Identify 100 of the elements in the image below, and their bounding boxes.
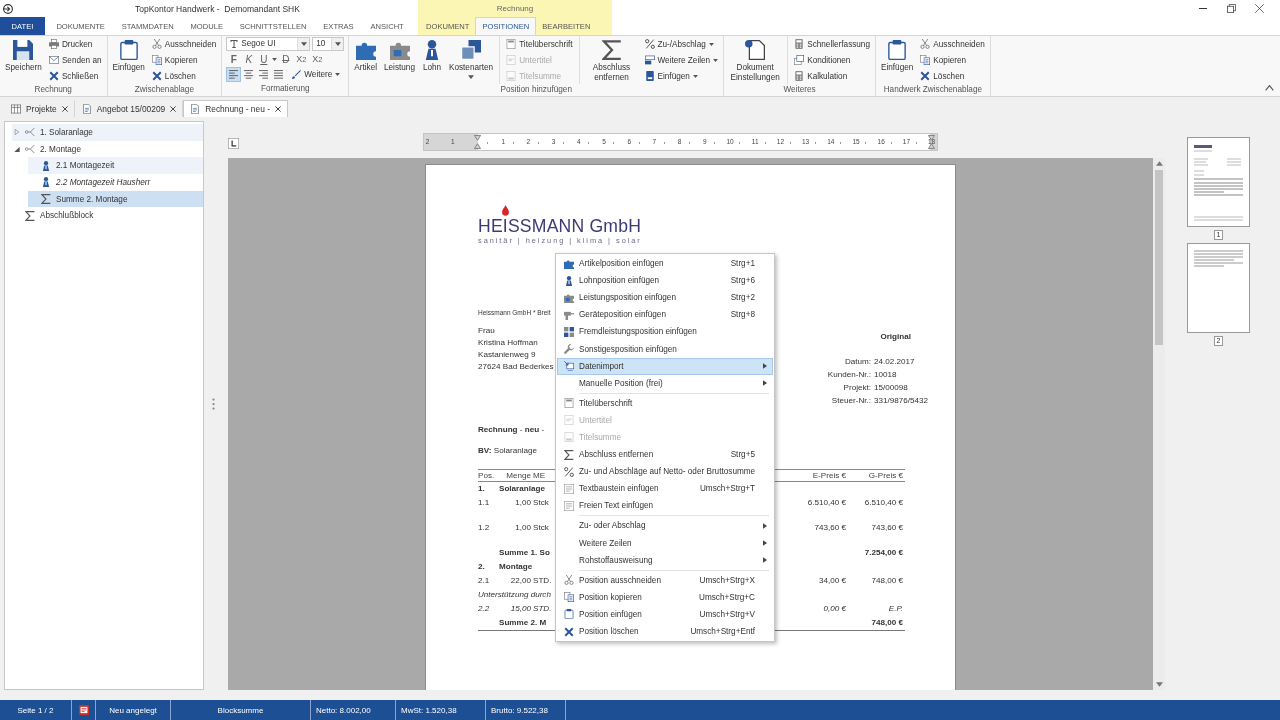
ribbon-button[interactable]: Löschen (917, 68, 988, 84)
align-center-icon (244, 70, 254, 80)
tree-item[interactable]: Abschlußblock (12, 207, 203, 225)
ribbon-button[interactable]: Schnellerfassung (791, 36, 873, 52)
table-cell-text: 1.1 (478, 497, 490, 509)
menu-item[interactable]: Position einfügen Umsch+Strg+V (557, 605, 773, 623)
close-icon[interactable] (61, 106, 68, 112)
splitter-grip-icon[interactable] (211, 397, 215, 410)
collapse-arrow-icon[interactable] (13, 146, 20, 153)
menu-item[interactable]: Position kopieren Umsch+Strg+C (557, 588, 773, 606)
ribbon-button[interactable]: Ausschneiden (148, 36, 220, 52)
menu-item[interactable]: Titelüberschrift (557, 394, 773, 412)
page-thumbnail-drawing[interactable] (1187, 243, 1250, 333)
sigma-icon (601, 40, 622, 60)
close-icon[interactable] (170, 106, 177, 112)
ribbon-button[interactable]: Abschluss entfernen (582, 36, 641, 83)
clipboard-icon (563, 609, 574, 620)
dropdown-icon (713, 58, 719, 62)
menu-item[interactable]: Freien Text einfügen (557, 497, 773, 515)
menu-item[interactable]: Rohstoffausweisung (557, 551, 773, 569)
ribbon-button[interactable]: Senden an (45, 52, 105, 68)
group-label: Zwischenablage (133, 84, 195, 96)
ribbon-button[interactable]: Kalkulation (791, 68, 873, 84)
ribbon-button[interactable]: Artikel (351, 36, 380, 73)
dropdown-icon[interactable] (272, 57, 278, 61)
menu-item[interactable]: Position löschen Umsch+Strg+Entf (557, 622, 773, 641)
format-button[interactable]: F (226, 51, 242, 67)
tree-item[interactable]: Summe 2. Montage (28, 190, 203, 208)
menu-item[interactable]: Sonstigesposition einfügen (557, 340, 773, 358)
tab-stop-icon[interactable] (228, 138, 239, 149)
tree-item[interactable]: 1. Solaranlage (12, 124, 203, 141)
copy-icon (563, 592, 574, 603)
ribbon-button[interactable]: Kopieren (917, 52, 988, 68)
table-cell-text: Summe 2. M (499, 617, 547, 629)
group-label: Rechnung (33, 84, 73, 96)
ribbon-button[interactable]: Schließen (45, 68, 105, 84)
collapse-ribbon-icon[interactable] (1265, 85, 1274, 91)
format-button[interactable]: K (241, 51, 257, 67)
font-size-select[interactable]: 10 (312, 36, 345, 51)
ribbon-button[interactable]: Weitere Zeilen (641, 52, 722, 68)
document-tab[interactable]: Projekte (4, 100, 75, 117)
table-cell-text: Stck (532, 497, 549, 509)
squares-icon (461, 40, 482, 60)
shortcut-text: Umsch+Strg+T (699, 484, 755, 494)
menu-item[interactable]: Abschluss entfernen Strg+5 (557, 446, 773, 464)
indent-marker-icon[interactable] (928, 134, 935, 150)
page-thumbnail-drawing[interactable] (1187, 137, 1250, 227)
ribbon-button[interactable]: Kopieren (148, 52, 220, 68)
scroll-down-icon[interactable] (1155, 682, 1163, 687)
book-icon (644, 71, 655, 81)
menu-item[interactable]: Manuelle Position (frei) (557, 374, 773, 392)
ribbon-button[interactable]: Ausschneiden (917, 36, 988, 52)
menu-item[interactable]: Textbaustein einfügen Umsch+Strg+T (557, 480, 773, 498)
align-button[interactable] (226, 67, 242, 83)
ribbon-button[interactable]: Einfügen (878, 36, 917, 73)
menu-item[interactable]: Datenimport (557, 357, 773, 375)
minimize-icon[interactable] (1198, 8, 1208, 9)
ribbon-button[interactable]: Weitere (289, 66, 344, 83)
info-value: 331/9876/5432 (874, 395, 928, 407)
ribbon-button[interactable]: Konditionen (791, 52, 873, 68)
tree-item[interactable]: 2. Montage (12, 140, 203, 158)
menu-item[interactable]: Weitere Zeilen (557, 534, 773, 552)
close-icon[interactable] (274, 106, 281, 112)
format-button[interactable]: D (278, 51, 294, 67)
indent-marker-icon[interactable] (474, 134, 481, 150)
table-cell-text: 1.2 (478, 522, 490, 534)
format-button[interactable]: U (256, 51, 272, 67)
menu-item[interactable]: Zu- und Abschläge auf Netto- oder Bruttosumme (557, 463, 773, 481)
ribbon-button[interactable]: Löschen (148, 68, 220, 84)
ribbon-button[interactable]: Kostenarten (446, 36, 497, 79)
table-cell-text: Montage (499, 561, 533, 573)
menu-item[interactable]: Fremdleistungsposition einfügen (557, 323, 773, 341)
scrollbar[interactable] (1153, 158, 1165, 690)
tree-item[interactable]: 2.2 Montagezeit Hausherr (28, 174, 203, 191)
font-select[interactable]: Segoe UI (226, 36, 311, 51)
menu-item[interactable]: Position ausschneiden Umsch+Strg+X (557, 571, 773, 589)
menu-item[interactable]: Artikelposition einfügen Strg+1 (557, 255, 773, 273)
window-title: TopKontor Handwerk - Demomandant SHK (135, 3, 300, 14)
ribbon-button[interactable]: Einfügen (641, 68, 722, 84)
restore-icon[interactable] (1227, 4, 1236, 13)
table-cell-text: 7.254,00 € (864, 547, 904, 559)
menu-item[interactable]: Zu- oder Abschlag (557, 517, 773, 535)
tree-item[interactable]: 2.1 Montagezeit (28, 157, 203, 175)
ribbon-button[interactable]: Einfügen (109, 36, 148, 73)
ribbon-button[interactable]: Titelüberschrift (503, 36, 576, 52)
document-tab[interactable]: Rechnung - neu - (183, 100, 288, 117)
scrollbar-thumb[interactable] (1155, 170, 1163, 345)
ribbon-button[interactable]: Lohn (419, 36, 445, 73)
ribbon-button[interactable]: Drucken (45, 36, 105, 52)
menu-item[interactable]: Geräteposition einfügen Strg+8 (557, 306, 773, 324)
menu-item[interactable]: Lohnposition einfügen Strg+6 (557, 272, 773, 290)
ribbon-button[interactable]: Speichern (2, 36, 45, 73)
ribbon-button[interactable]: Zu-/Abschlag (641, 36, 722, 52)
align-justify-icon (274, 70, 284, 80)
menu-item[interactable]: Leistungsposition einfügen Strg+2 (557, 289, 773, 307)
scroll-up-icon[interactable] (1155, 161, 1163, 166)
ribbon-button[interactable]: Leistung (381, 36, 418, 73)
ribbon-button[interactable]: Dokument Einstellungen (726, 36, 785, 83)
submenu-arrow-icon (762, 363, 767, 370)
close-icon[interactable] (1255, 4, 1264, 13)
